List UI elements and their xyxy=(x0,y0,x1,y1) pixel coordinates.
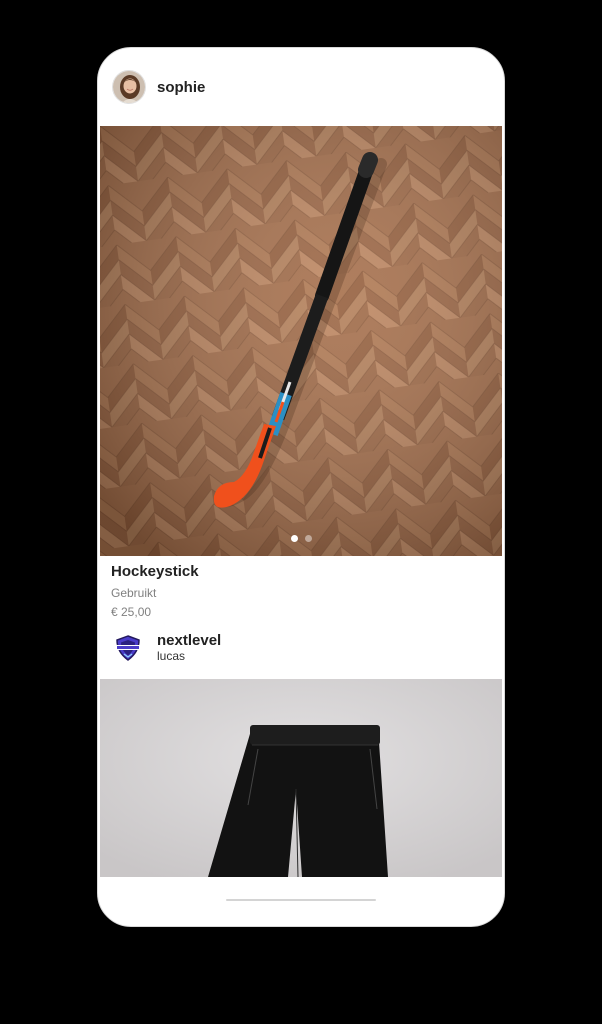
item-info: Hockeystick Gebruikt € 25,00 xyxy=(111,563,199,619)
seller-text: nextlevel lucas xyxy=(157,632,221,664)
post-username[interactable]: sophie xyxy=(157,79,205,96)
hockey-stick-image xyxy=(100,126,502,556)
home-indicator[interactable] xyxy=(226,899,376,901)
item-price: € 25,00 xyxy=(111,605,152,619)
carousel-indicator[interactable] xyxy=(100,535,502,542)
item-title[interactable]: Hockeystick xyxy=(111,563,199,580)
user-avatar-image xyxy=(113,71,145,103)
item-condition: Gebruikt xyxy=(111,586,157,600)
post-header: sophie xyxy=(98,48,504,126)
user-avatar[interactable] xyxy=(112,70,146,104)
next-post-image[interactable] xyxy=(100,679,502,877)
seller-row[interactable]: nextlevel lucas xyxy=(112,632,221,664)
sport-pants-image xyxy=(100,679,502,877)
seller-username[interactable]: lucas xyxy=(157,649,221,664)
shield-badge-logo-icon xyxy=(112,632,144,664)
carousel-dot-active[interactable] xyxy=(290,535,298,542)
phone-screen: sophie Hockeystick Gebruikt € 25,00 next… xyxy=(97,47,505,927)
carousel-dot[interactable] xyxy=(304,535,312,542)
post-image[interactable] xyxy=(100,126,502,556)
seller-name[interactable]: nextlevel xyxy=(157,632,221,649)
